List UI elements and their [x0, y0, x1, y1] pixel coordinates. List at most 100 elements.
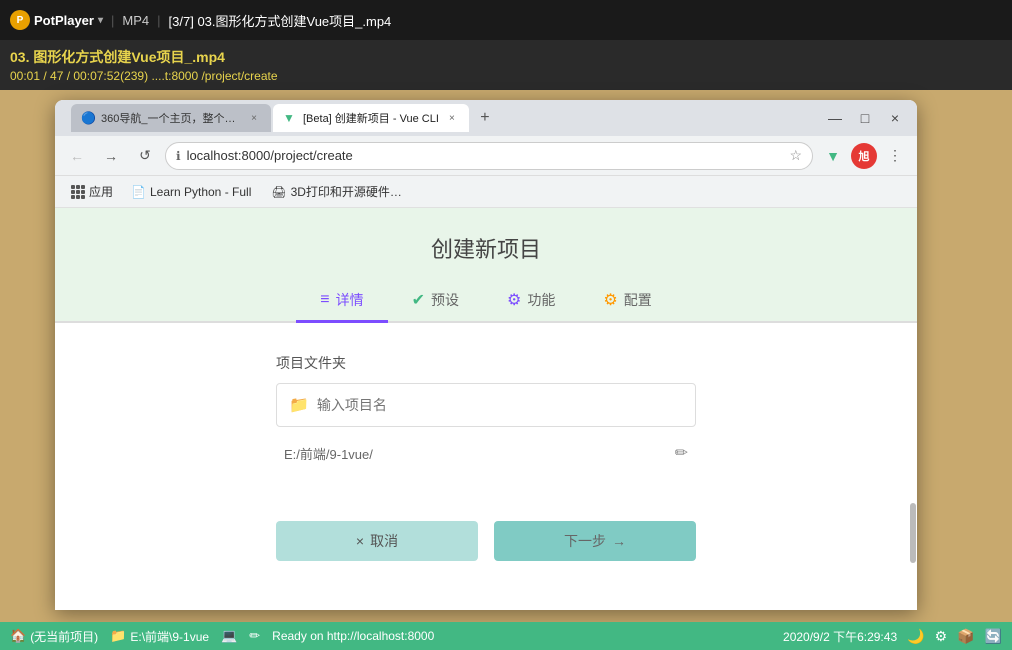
page-title: 创建新项目: [55, 232, 917, 264]
folder-input-wrapper[interactable]: 📁: [276, 383, 696, 427]
nav-tabs: ≡ 详情 ✔ 预设 ⚙ 功能 ⚙ 配置: [55, 280, 917, 323]
home-label: (无当前项目): [30, 628, 98, 645]
potplayer-icon: P: [10, 10, 30, 30]
user-avatar-button[interactable]: 旭: [851, 143, 877, 169]
folder-input[interactable]: [317, 397, 683, 413]
python-bookmark-label: Learn Python - Full: [150, 185, 251, 199]
potplayer-titlebar: P PotPlayer ▾ | MP4 | [3/7] 03.图形化方式创建Vu…: [0, 0, 1012, 40]
format-divider: |: [111, 13, 114, 28]
status-bar: 🏠 (无当前项目) 📁 E:\前端\9-1vue 💻 ✏ Ready on ht…: [0, 622, 1012, 650]
maximize-button[interactable]: □: [851, 104, 879, 132]
status-ready: Ready on http://localhost:8000: [272, 629, 434, 643]
details-tab-label: 详情: [336, 290, 364, 310]
tab-presets[interactable]: ✔ 预设: [388, 280, 483, 323]
page-body: 项目文件夹 📁 E:/前端/9-1vue/ ✏ × 取消 下一步: [55, 323, 917, 610]
page-header: 创建新项目: [55, 208, 917, 264]
path-edit-button[interactable]: ✏: [675, 443, 688, 463]
tab-360-close[interactable]: ×: [247, 111, 261, 125]
apps-button[interactable]: 应用: [65, 181, 119, 202]
folder-icon: 📁: [289, 395, 309, 415]
cancel-icon: ×: [356, 533, 364, 549]
package-button[interactable]: 📦: [957, 628, 974, 645]
config-tab-icon: ⚙: [603, 290, 617, 310]
video-title: 03. 图形化方式创建Vue项目_.mp4: [10, 47, 278, 67]
status-right: 2020/9/2 下午6:29:43 🌙 ⚙ 📦 🔄: [783, 628, 1002, 645]
page-content: 创建新项目 ≡ 详情 ✔ 预设 ⚙ 功能 ⚙ 配置: [55, 208, 917, 610]
tab-360-favicon: 🔵: [81, 111, 95, 125]
status-terminal: 💻: [221, 628, 237, 644]
apps-grid-icon: [71, 185, 85, 199]
refresh-status-button[interactable]: 🔄: [985, 628, 1002, 645]
vue-devtools-button[interactable]: ▼: [819, 142, 847, 170]
home-icon: 🏠: [10, 628, 26, 644]
tab-vue-close[interactable]: ×: [445, 111, 459, 125]
tab-vue-favicon: ▼: [283, 111, 297, 125]
3d-bookmark-label: 3D打印和开源硬件…: [291, 183, 402, 200]
address-bar-row: ← → ↺ ℹ localhost:8000/project/create ☆ …: [55, 136, 917, 176]
moon-button[interactable]: 🌙: [907, 628, 924, 645]
video-overlay: 03. 图形化方式创建Vue项目_.mp4 00:01 / 47 / 00:07…: [0, 40, 1012, 90]
minimize-button[interactable]: —: [821, 104, 849, 132]
tab-features[interactable]: ⚙ 功能: [483, 280, 579, 323]
back-button[interactable]: ←: [63, 142, 91, 170]
features-tab-icon: ⚙: [507, 290, 521, 310]
file-title: [3/7] 03.图形化方式创建Vue项目_.mp4: [169, 11, 392, 30]
next-button[interactable]: 下一步 →: [494, 521, 696, 561]
potplayer-dropdown[interactable]: ▾: [98, 15, 103, 26]
bookmark-python[interactable]: 📄 Learn Python - Full: [123, 183, 259, 201]
bookmarks-bar: 应用 📄 Learn Python - Full 🖨 3D打印和开源硬件…: [55, 176, 917, 208]
form-path: E:/前端/9-1vue/ ✏: [276, 435, 696, 471]
window-controls: — □ ×: [821, 104, 909, 132]
folder-status-icon: 📁: [110, 628, 126, 644]
scrollbar-thumb[interactable]: [910, 503, 916, 563]
address-text: localhost:8000/project/create: [187, 148, 784, 163]
bookmark-3d[interactable]: 🖨 3D打印和开源硬件…: [263, 181, 410, 202]
status-home: 🏠 (无当前项目): [10, 628, 98, 645]
browser-tabs: 🔵 360导航_一个主页，整个世界 × ▼ [Beta] 创建新项目 - Vue…: [63, 104, 817, 132]
close-button[interactable]: ×: [881, 104, 909, 132]
next-icon: →: [612, 533, 626, 549]
tab-360[interactable]: 🔵 360导航_一个主页，整个世界 ×: [71, 104, 271, 132]
format-divider2: |: [157, 13, 160, 28]
next-label: 下一步: [564, 531, 606, 551]
browser-window: 🔵 360导航_一个主页，整个世界 × ▼ [Beta] 创建新项目 - Vue…: [55, 100, 917, 610]
potplayer-name: PotPlayer: [34, 13, 94, 28]
3d-bookmark-icon: 🖨: [271, 185, 286, 199]
scrollbar[interactable]: [909, 503, 917, 610]
form-section: 项目文件夹 📁 E:/前端/9-1vue/ ✏: [276, 353, 696, 471]
more-button[interactable]: ⋮: [881, 142, 909, 170]
new-tab-button[interactable]: +: [471, 104, 499, 132]
refresh-button[interactable]: ↺: [131, 142, 159, 170]
apps-label: 应用: [89, 183, 113, 200]
terminal-icon: 💻: [221, 628, 237, 644]
config-tab-label: 配置: [624, 290, 652, 310]
edit-status-icon: ✏: [249, 628, 260, 644]
cancel-label: 取消: [370, 531, 398, 551]
details-tab-icon: ≡: [320, 291, 329, 309]
folder-path: E:\前端\9-1vue: [130, 628, 209, 645]
action-buttons: × 取消 下一步 →: [276, 521, 696, 561]
info-icon: ℹ: [176, 149, 181, 163]
address-bar[interactable]: ℹ localhost:8000/project/create ☆: [165, 142, 813, 170]
folder-label: 项目文件夹: [276, 353, 696, 373]
format-label: MP4: [122, 13, 149, 28]
tab-vue-cli[interactable]: ▼ [Beta] 创建新项目 - Vue CLI ×: [273, 104, 469, 132]
bookmark-star-icon[interactable]: ☆: [789, 147, 802, 164]
ready-text: Ready on http://localhost:8000: [272, 629, 434, 643]
forward-button[interactable]: →: [97, 142, 125, 170]
settings-button[interactable]: ⚙: [935, 628, 948, 645]
potplayer-logo: P PotPlayer ▾: [10, 10, 103, 30]
tab-360-label: 360导航_一个主页，整个世界: [101, 110, 241, 126]
toolbar-icons: ▼ 旭 ⋮: [819, 142, 909, 170]
python-bookmark-icon: 📄: [131, 185, 146, 199]
features-tab-label: 功能: [527, 290, 555, 310]
browser-titlebar: 🔵 360导航_一个主页，整个世界 × ▼ [Beta] 创建新项目 - Vue…: [55, 100, 917, 136]
tab-vue-label: [Beta] 创建新项目 - Vue CLI: [303, 110, 439, 126]
presets-tab-icon: ✔: [412, 290, 425, 310]
presets-tab-label: 预设: [431, 290, 459, 310]
video-time: 00:01 / 47 / 00:07:52(239) ....t:8000 /p…: [10, 69, 278, 83]
tab-config[interactable]: ⚙ 配置: [579, 280, 675, 323]
tab-details[interactable]: ≡ 详情: [296, 280, 387, 323]
cancel-button[interactable]: × 取消: [276, 521, 478, 561]
status-datetime: 2020/9/2 下午6:29:43: [783, 628, 897, 645]
